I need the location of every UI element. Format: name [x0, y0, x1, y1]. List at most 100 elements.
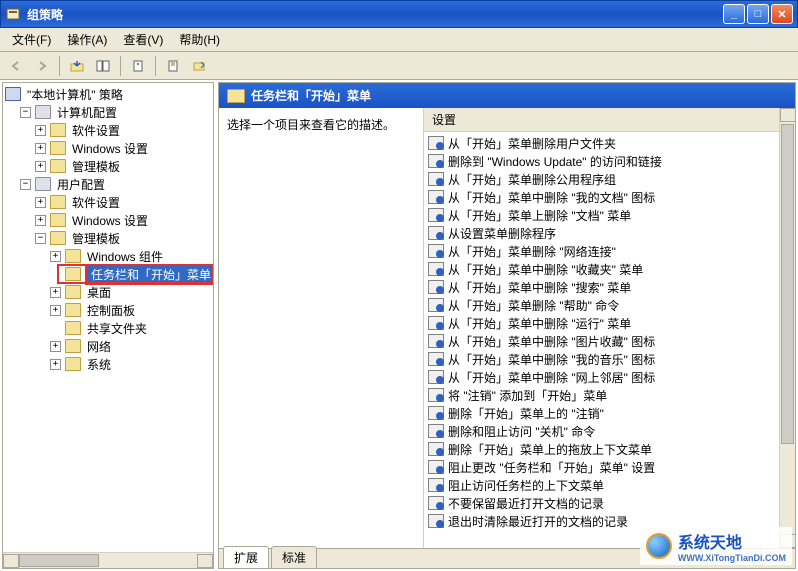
expander-icon[interactable]: +: [35, 125, 46, 136]
policy-item[interactable]: 删除「开始」菜单上的拖放上下文菜单: [424, 440, 795, 458]
tree-label: 管理模板: [70, 158, 122, 175]
policy-item[interactable]: 不要保留最近打开文档的记录: [424, 494, 795, 512]
policy-item[interactable]: 将 "注销" 添加到「开始」菜单: [424, 386, 795, 404]
scroll-right-button[interactable]: [197, 554, 213, 568]
filter-button[interactable]: [161, 55, 185, 77]
expander-icon[interactable]: −: [35, 233, 46, 244]
maximize-button[interactable]: □: [747, 4, 769, 24]
policy-label: 删除和阻止访问 "关机" 命令: [448, 423, 595, 440]
list-body[interactable]: 从「开始」菜单删除用户文件夹删除到 "Windows Update" 的访问和链…: [424, 132, 795, 548]
policy-icon: [428, 280, 444, 294]
expander-icon[interactable]: +: [50, 341, 61, 352]
tree-user-config[interactable]: − 用户配置: [5, 175, 213, 193]
policy-tree[interactable]: "本地计算机" 策略 − 计算机配置 + 软件设置 + Windows 设置: [3, 83, 213, 552]
tree-label: 桌面: [85, 284, 113, 301]
expander-icon[interactable]: +: [50, 359, 61, 370]
tree-label: 管理模板: [70, 230, 122, 247]
tree-item[interactable]: + 控制面板: [5, 301, 213, 319]
policy-icon: [428, 298, 444, 312]
menu-help[interactable]: 帮助(H): [171, 28, 228, 51]
tab-extended[interactable]: 扩展: [223, 546, 269, 568]
policy-item[interactable]: 从「开始」菜单删除 "网络连接": [424, 242, 795, 260]
scroll-up-button[interactable]: [780, 108, 795, 122]
menubar: 文件(F) 操作(A) 查看(V) 帮助(H): [0, 28, 798, 52]
policy-icon: [428, 136, 444, 150]
policy-label: 从「开始」菜单中删除 "网上邻居" 图标: [448, 369, 655, 386]
tree-item[interactable]: + 管理模板: [5, 157, 213, 175]
policy-item[interactable]: 从设置菜单删除程序: [424, 224, 795, 242]
tree-root[interactable]: "本地计算机" 策略: [5, 85, 213, 103]
expander-icon[interactable]: +: [50, 251, 61, 262]
show-hide-tree-button[interactable]: [91, 55, 115, 77]
up-folder-button[interactable]: [65, 55, 89, 77]
policy-item[interactable]: 从「开始」菜单中删除 "搜索" 菜单: [424, 278, 795, 296]
tree-item[interactable]: 共享文件夹: [5, 319, 213, 337]
tree-item[interactable]: + Windows 设置: [5, 139, 213, 157]
close-button[interactable]: ✕: [771, 4, 793, 24]
toolbar: [0, 52, 798, 80]
policy-item[interactable]: 删除和阻止访问 "关机" 命令: [424, 422, 795, 440]
expander-icon[interactable]: +: [35, 215, 46, 226]
policy-item[interactable]: 阻止访问任务栏的上下文菜单: [424, 476, 795, 494]
policy-item[interactable]: 从「开始」菜单删除 "帮助" 命令: [424, 296, 795, 314]
tree-item[interactable]: + 软件设置: [5, 193, 213, 211]
tab-standard[interactable]: 标准: [271, 546, 317, 568]
expander-icon[interactable]: +: [35, 197, 46, 208]
policy-item[interactable]: 从「开始」菜单中删除 "我的文档" 图标: [424, 188, 795, 206]
vertical-scrollbar[interactable]: [779, 108, 795, 548]
tree-label: 用户配置: [55, 176, 107, 193]
folder-icon: [65, 321, 81, 335]
expander-icon[interactable]: +: [50, 287, 61, 298]
pane-header: 任务栏和「开始」菜单: [219, 83, 795, 108]
policy-item[interactable]: 从「开始」菜单上删除 "文档" 菜单: [424, 206, 795, 224]
expander-icon[interactable]: +: [50, 305, 61, 316]
horizontal-scrollbar[interactable]: [3, 552, 213, 568]
policy-item[interactable]: 阻止更改 "任务栏和「开始」菜单" 设置: [424, 458, 795, 476]
policy-item[interactable]: 从「开始」菜单中删除 "图片收藏" 图标: [424, 332, 795, 350]
policy-item[interactable]: 从「开始」菜单删除用户文件夹: [424, 134, 795, 152]
policy-item[interactable]: 删除「开始」菜单上的 "注销": [424, 404, 795, 422]
policy-label: 阻止更改 "任务栏和「开始」菜单" 设置: [448, 459, 655, 476]
tree-item[interactable]: + 网络: [5, 337, 213, 355]
expander-icon[interactable]: −: [20, 107, 31, 118]
menu-action[interactable]: 操作(A): [59, 28, 115, 51]
policy-icon: [428, 406, 444, 420]
properties-button[interactable]: [126, 55, 150, 77]
policy-icon: [428, 226, 444, 240]
tree-item[interactable]: + Windows 设置: [5, 211, 213, 229]
policy-item[interactable]: 从「开始」菜单中删除 "我的音乐" 图标: [424, 350, 795, 368]
policy-icon: [428, 388, 444, 402]
policy-item[interactable]: 从「开始」菜单中删除 "收藏夹" 菜单: [424, 260, 795, 278]
expander-icon[interactable]: −: [20, 179, 31, 190]
scroll-thumb[interactable]: [19, 554, 99, 567]
tree-item[interactable]: + 软件设置: [5, 121, 213, 139]
tree-item[interactable]: − 管理模板: [5, 229, 213, 247]
tree-label: 任务栏和「开始」菜单: [85, 264, 213, 285]
menu-file[interactable]: 文件(F): [4, 28, 59, 51]
tree-item[interactable]: + 桌面: [5, 283, 213, 301]
policy-item[interactable]: 从「开始」菜单删除公用程序组: [424, 170, 795, 188]
tree-item[interactable]: + Windows 组件: [5, 247, 213, 265]
policy-item[interactable]: 删除到 "Windows Update" 的访问和链接: [424, 152, 795, 170]
policy-label: 从「开始」菜单中删除 "运行" 菜单: [448, 315, 631, 332]
menu-view[interactable]: 查看(V): [115, 28, 171, 51]
policy-label: 删除「开始」菜单上的 "注销": [448, 405, 604, 422]
tree-label: 网络: [85, 338, 113, 355]
scroll-left-button[interactable]: [3, 554, 19, 568]
export-button[interactable]: [187, 55, 211, 77]
titlebar[interactable]: 组策略 _ □ ✕: [0, 0, 798, 28]
tree-item[interactable]: + 系统: [5, 355, 213, 373]
folder-icon: [50, 123, 66, 137]
minimize-button[interactable]: _: [723, 4, 745, 24]
expander-icon[interactable]: +: [35, 161, 46, 172]
tree-pane: "本地计算机" 策略 − 计算机配置 + 软件设置 + Windows 设置: [2, 82, 214, 569]
scroll-thumb[interactable]: [781, 124, 794, 444]
policy-item[interactable]: 从「开始」菜单中删除 "运行" 菜单: [424, 314, 795, 332]
expander-icon[interactable]: +: [35, 143, 46, 154]
tree-item-taskbar-start[interactable]: 任务栏和「开始」菜单: [5, 265, 213, 283]
policy-item[interactable]: 从「开始」菜单中删除 "网上邻居" 图标: [424, 368, 795, 386]
tree-computer-config[interactable]: − 计算机配置: [5, 103, 213, 121]
column-header-settings[interactable]: 设置: [424, 108, 795, 132]
tree-label: 控制面板: [85, 302, 137, 319]
toolbar-separator: [59, 56, 60, 76]
